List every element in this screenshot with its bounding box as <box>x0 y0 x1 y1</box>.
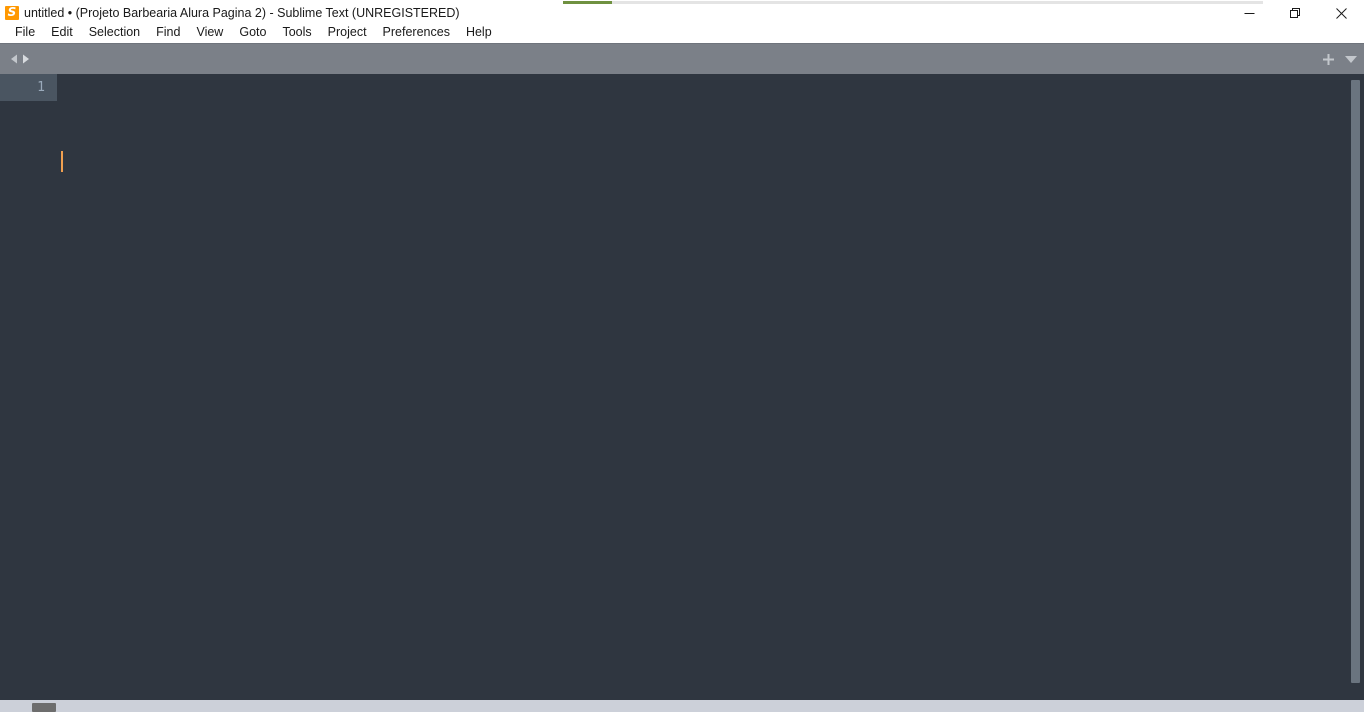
menu-item-edit[interactable]: Edit <box>43 22 81 43</box>
vertical-scrollbar[interactable] <box>1346 74 1364 700</box>
menu-item-project[interactable]: Project <box>320 22 375 43</box>
sublime-text-icon: S <box>4 5 20 21</box>
menu-item-preferences[interactable]: Preferences <box>375 22 458 43</box>
menu-item-help[interactable]: Help <box>458 22 500 43</box>
window-title: untitled • (Projeto Barbearia Alura Pagi… <box>24 6 460 20</box>
scrollbar-thumb[interactable] <box>1351 80 1360 683</box>
gutter-active-line: 1 <box>0 74 57 101</box>
editor-gutter: 1 <box>0 74 57 700</box>
menu-item-goto[interactable]: Goto <box>231 22 274 43</box>
plus-icon[interactable] <box>1322 53 1335 66</box>
chevron-right-icon[interactable] <box>21 53 32 65</box>
menu-item-file[interactable]: File <box>7 22 43 43</box>
sublime-text-window: S untitled • (Projeto Barbearia Alura Pa… <box>0 0 1364 712</box>
chevron-left-icon[interactable] <box>8 53 19 65</box>
tab-bar <box>0 43 1364 74</box>
line-number: 1 <box>37 80 45 95</box>
menu-bar: File Edit Selection Find View Goto Tools… <box>0 22 1364 43</box>
chevron-down-icon[interactable] <box>1344 54 1358 64</box>
minimize-icon <box>1244 12 1254 14</box>
editor-area[interactable]: 1 <box>0 74 1364 700</box>
menu-item-view[interactable]: View <box>188 22 231 43</box>
restore-icon <box>1289 7 1300 18</box>
menu-item-selection[interactable]: Selection <box>81 22 148 43</box>
app-icon-glyph: S <box>7 5 17 19</box>
menu-item-find[interactable]: Find <box>148 22 188 43</box>
text-cursor <box>61 151 63 172</box>
title-bar[interactable]: S untitled • (Projeto Barbearia Alura Pa… <box>0 4 1364 22</box>
taskbar-item[interactable] <box>32 703 56 712</box>
taskbar <box>0 700 1364 712</box>
tab-navigation <box>8 44 32 74</box>
tab-actions <box>1322 44 1358 74</box>
menu-item-tools[interactable]: Tools <box>274 22 319 43</box>
close-icon <box>1335 7 1347 19</box>
